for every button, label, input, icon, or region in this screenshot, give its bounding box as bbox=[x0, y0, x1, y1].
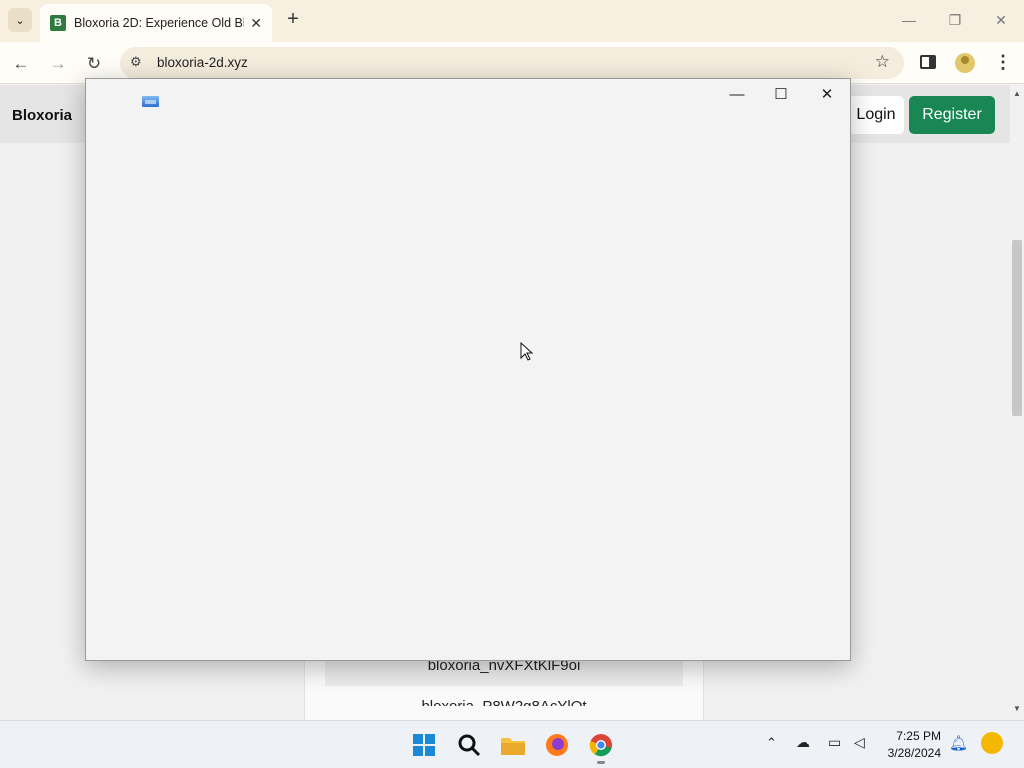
popup-minimize-icon[interactable]: — bbox=[723, 85, 751, 105]
tray-overflow-icon[interactable]: ⌃ bbox=[766, 735, 777, 751]
network-icon[interactable]: ▭ bbox=[828, 734, 841, 751]
site-favicon-icon: B bbox=[50, 15, 66, 31]
close-window-icon[interactable]: ✕ bbox=[986, 8, 1016, 32]
tab-strip: ⌄ B Bloxoria 2D: Experience Old Blo ✕ + … bbox=[0, 0, 1024, 42]
onedrive-icon[interactable]: ☁ bbox=[796, 734, 810, 751]
copilot-pre-icon[interactable] bbox=[981, 732, 1003, 754]
account-item[interactable]: bloxoria_P8W2g8AcYlOt bbox=[325, 696, 683, 706]
restore-window-icon[interactable]: ❐ bbox=[940, 8, 970, 32]
back-icon[interactable]: ← bbox=[8, 51, 34, 77]
popup-close-icon[interactable]: ✕ bbox=[813, 85, 841, 105]
reload-icon[interactable]: ↻ bbox=[81, 51, 107, 77]
scroll-up-icon[interactable]: ▲ bbox=[1013, 89, 1021, 98]
browser-tab[interactable]: B Bloxoria 2D: Experience Old Blo ✕ bbox=[40, 4, 272, 42]
start-icon[interactable] bbox=[410, 731, 438, 759]
volume-icon[interactable]: ◁ bbox=[854, 734, 865, 751]
firefox-icon[interactable] bbox=[543, 731, 571, 759]
register-button[interactable]: Register bbox=[909, 96, 995, 134]
tab-search-button[interactable]: ⌄ bbox=[8, 8, 32, 32]
scroll-down-icon[interactable]: ▼ bbox=[1013, 704, 1021, 713]
taskbar: ⌃ ☁ ▭ ◁ 7:25 PM 3/28/2024 🔔︎ bbox=[0, 720, 1024, 768]
popup-maximize-icon[interactable]: ☐ bbox=[767, 85, 795, 105]
chevron-down-icon: ⌄ bbox=[15, 14, 25, 27]
file-explorer-icon[interactable] bbox=[499, 731, 527, 759]
site-info-icon[interactable]: ⚙ bbox=[130, 54, 142, 70]
bookmark-star-icon[interactable]: ☆ bbox=[875, 52, 890, 72]
search-icon[interactable] bbox=[455, 731, 483, 759]
tab-title: Bloxoria 2D: Experience Old Blo bbox=[74, 16, 245, 30]
clock-time[interactable]: 7:25 PM bbox=[893, 729, 941, 743]
popup-window: — ☐ ✕ bbox=[85, 78, 851, 661]
clock-date[interactable]: 3/28/2024 bbox=[880, 746, 941, 760]
mouse-cursor-icon bbox=[520, 342, 534, 361]
chrome-icon[interactable] bbox=[587, 731, 615, 759]
popup-app-icon bbox=[142, 96, 159, 107]
forward-icon[interactable]: → bbox=[45, 51, 71, 77]
new-tab-button[interactable]: + bbox=[282, 8, 304, 32]
more-menu-icon[interactable]: ⋮ bbox=[994, 52, 1012, 73]
login-button[interactable]: Login bbox=[848, 96, 904, 134]
notification-bell-icon[interactable]: 🔔︎ bbox=[949, 734, 968, 752]
page-scrollbar[interactable]: ▲ ▼ bbox=[1010, 85, 1024, 720]
url-text[interactable]: bloxoria-2d.xyz bbox=[157, 55, 248, 70]
scrollbar-thumb[interactable] bbox=[1012, 240, 1022, 416]
active-app-indicator bbox=[597, 761, 605, 764]
tab-close-icon[interactable]: ✕ bbox=[250, 15, 262, 32]
minimize-window-icon[interactable]: — bbox=[894, 8, 924, 32]
profile-avatar-icon[interactable] bbox=[955, 53, 975, 73]
side-panel-icon[interactable] bbox=[920, 55, 936, 69]
site-brand[interactable]: Bloxoria bbox=[12, 107, 72, 124]
address-bar[interactable]: ⚙ bloxoria-2d.xyz ☆ bbox=[120, 47, 904, 79]
